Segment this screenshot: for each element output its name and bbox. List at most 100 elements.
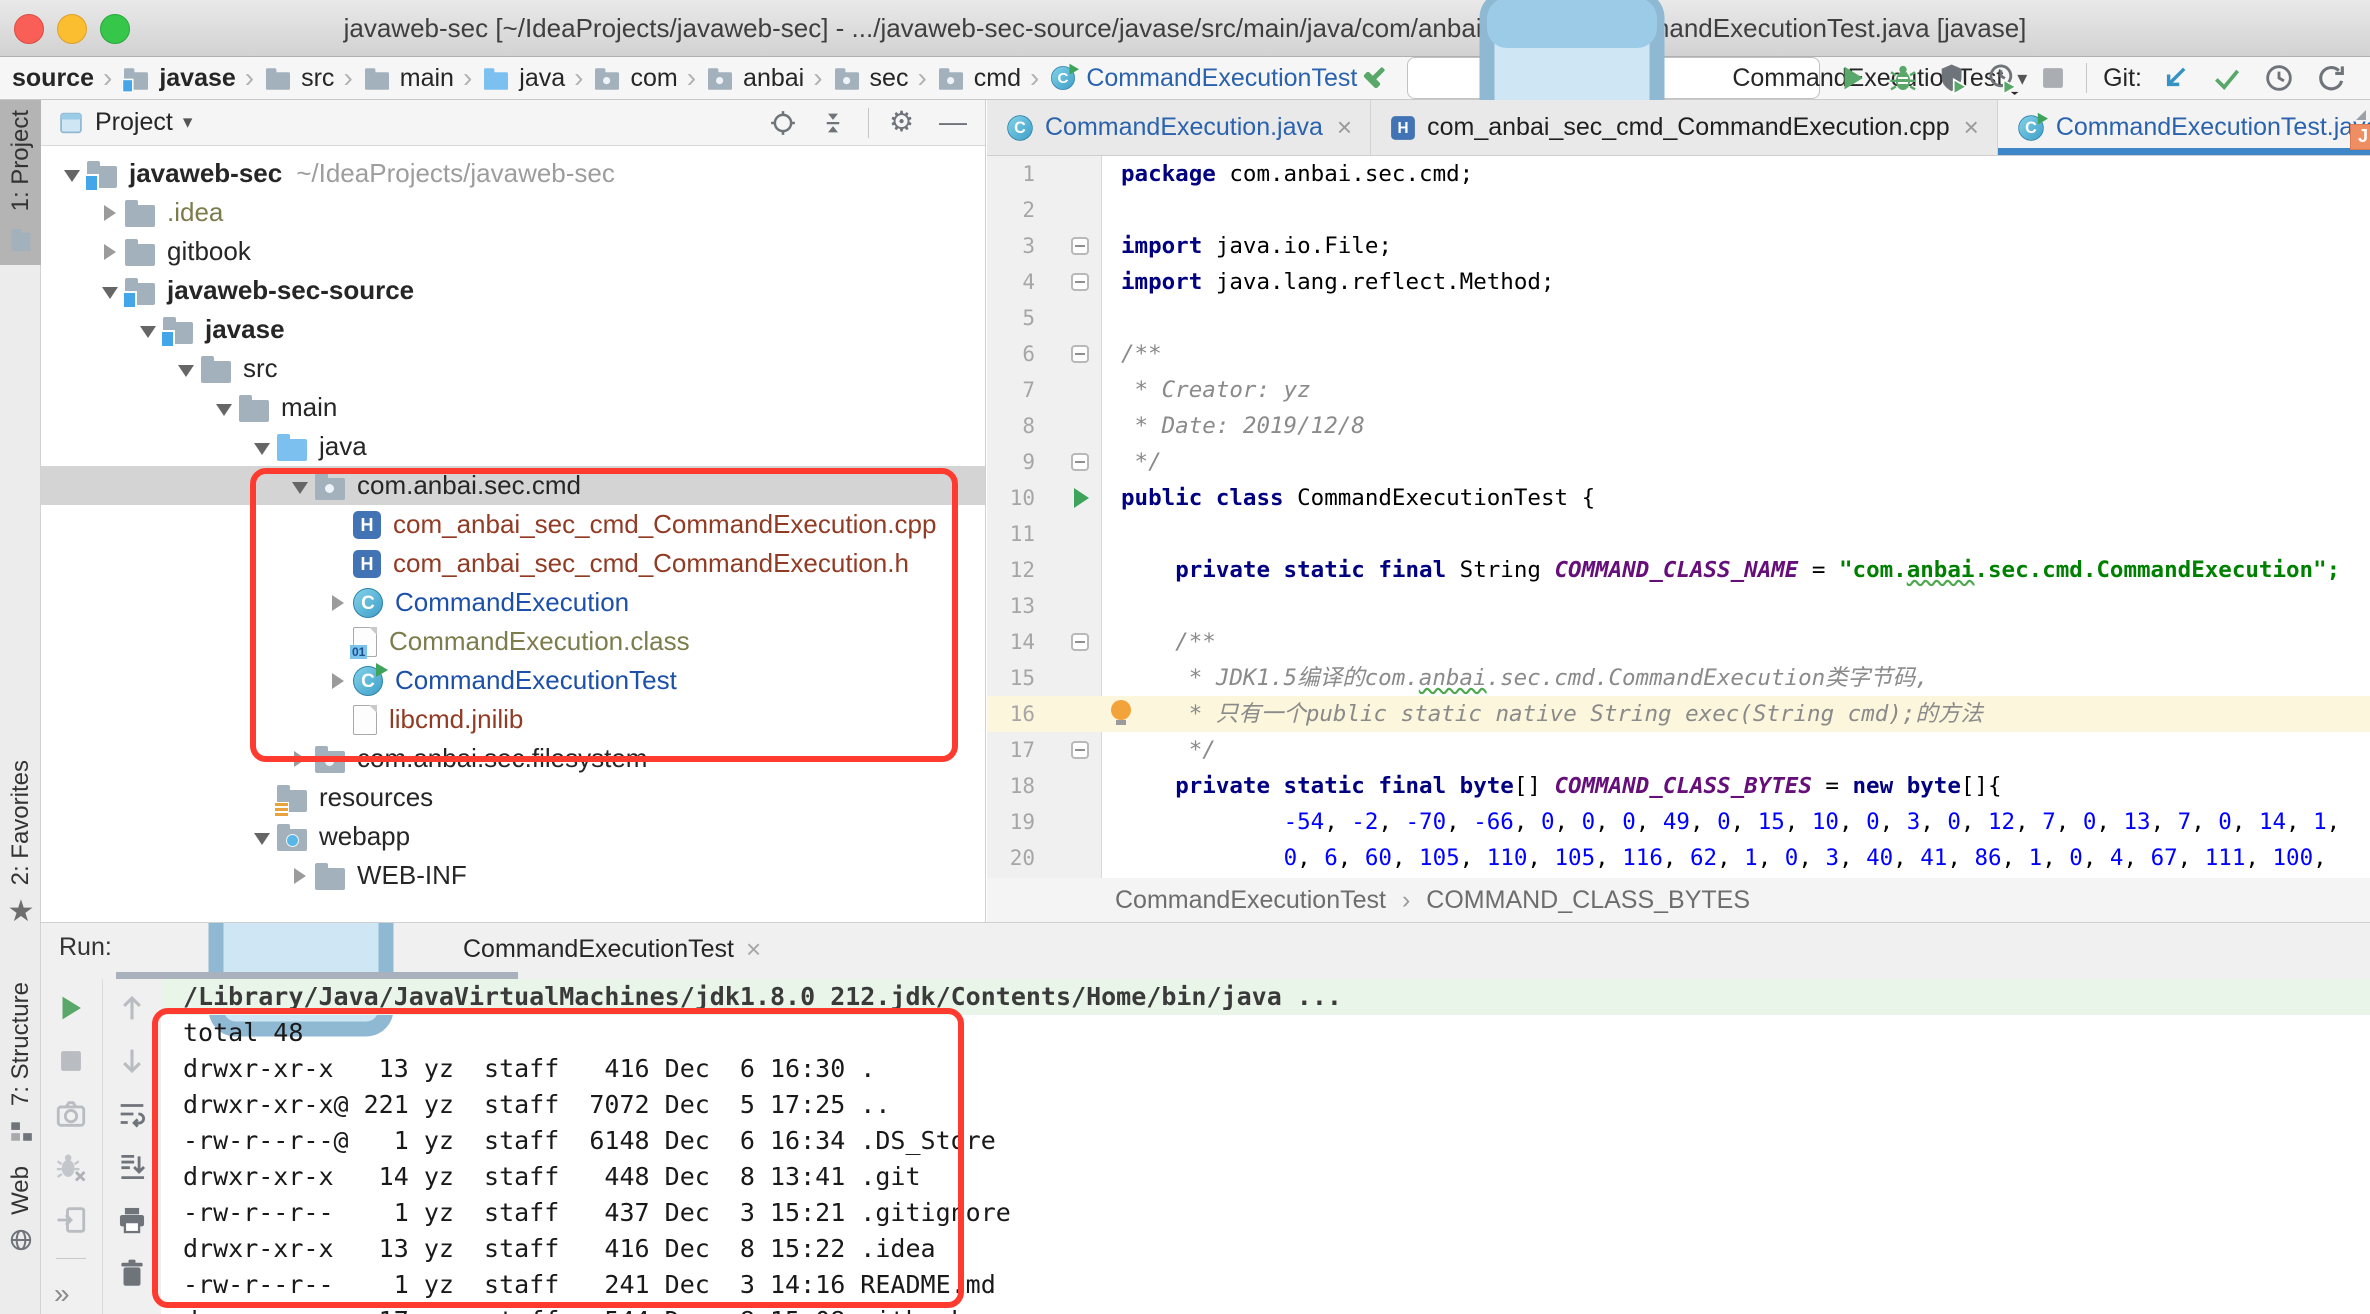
expand-arrow-icon[interactable] xyxy=(332,595,344,611)
run-icon[interactable] xyxy=(1836,61,1870,95)
up-stack-icon[interactable] xyxy=(115,991,149,1025)
minimize-window-button[interactable] xyxy=(57,14,87,44)
show-output-icon[interactable] xyxy=(54,1203,88,1237)
breadcrumb-separator: › xyxy=(574,62,583,94)
expand-arrow-icon[interactable] xyxy=(104,205,116,221)
collapse-arrow-icon[interactable] xyxy=(102,287,118,299)
breadcrumb-item[interactable]: src xyxy=(263,64,334,93)
fold-marker-icon[interactable] xyxy=(1071,633,1089,651)
build-hammer-icon[interactable] xyxy=(1357,61,1391,95)
locate-icon[interactable] xyxy=(768,108,798,138)
tree-item-libcmd-jnilib[interactable]: libcmd.jnilib xyxy=(41,700,985,739)
tree-item-web-inf[interactable]: WEB-INF xyxy=(41,856,985,895)
expand-arrow-icon[interactable] xyxy=(104,244,116,260)
close-icon[interactable]: × xyxy=(746,934,761,965)
editor-breadcrumb-item[interactable]: CommandExecutionTest xyxy=(1115,886,1386,915)
tree-item-javaweb-sec-source[interactable]: javaweb-sec-source xyxy=(41,271,985,310)
breadcrumb-item[interactable]: com xyxy=(592,64,677,93)
hidden-tab-icon[interactable] xyxy=(2344,108,2370,148)
breadcrumb-item[interactable]: CommandExecutionTest xyxy=(1048,63,1357,93)
tree-item--idea[interactable]: .idea xyxy=(41,193,985,232)
collapse-arrow-icon[interactable] xyxy=(292,482,308,494)
expand-arrow-icon[interactable] xyxy=(332,673,344,689)
camera-icon[interactable] xyxy=(54,1097,88,1131)
tree-item-commandexecution[interactable]: CommandExecution xyxy=(41,583,985,622)
soft-wrap-icon[interactable] xyxy=(115,1097,149,1131)
tree-item-com-anbai-sec-cmd-commandexecution-h[interactable]: com_anbai_sec_cmd_CommandExecution.h xyxy=(41,544,985,583)
collapse-arrow-icon[interactable] xyxy=(64,170,80,182)
collapse-arrow-icon[interactable] xyxy=(178,365,194,377)
breadcrumb-item[interactable]: main xyxy=(362,64,454,93)
fold-marker-icon[interactable] xyxy=(1071,453,1089,471)
down-stack-icon[interactable] xyxy=(115,1044,149,1078)
tree-item-gitbook[interactable]: gitbook xyxy=(41,232,985,271)
project-panel-title[interactable]: Project xyxy=(95,108,173,137)
fold-marker-icon[interactable] xyxy=(1071,741,1089,759)
rollback-icon[interactable] xyxy=(2314,61,2348,95)
profiler-icon[interactable] xyxy=(1986,61,2020,95)
settings-icon[interactable]: ⚙ xyxy=(889,108,919,138)
tree-item-src[interactable]: src xyxy=(41,349,985,388)
print-icon[interactable] xyxy=(115,1203,149,1237)
tree-item-commandexecution-class[interactable]: CommandExecution.class xyxy=(41,622,985,661)
breadcrumb-item[interactable]: java xyxy=(481,64,565,93)
expand-arrow-icon[interactable] xyxy=(294,751,306,767)
breadcrumb-item[interactable]: source xyxy=(12,64,94,93)
clear-icon[interactable] xyxy=(115,1256,149,1290)
code-line-13: 13 xyxy=(987,588,2370,624)
editor-tab-commandexecutiontest-java[interactable]: CommandExecutionTest.java× xyxy=(1998,100,2370,155)
fold-marker-icon[interactable] xyxy=(1071,237,1089,255)
more-icon[interactable]: » xyxy=(54,1280,88,1314)
tree-item-java[interactable]: java xyxy=(41,427,985,466)
collapse-arrow-icon[interactable] xyxy=(140,326,156,338)
close-icon[interactable]: × xyxy=(1964,112,1979,143)
intention-bulb-icon[interactable] xyxy=(1111,700,1131,720)
run-configuration-select[interactable]: CommandExecutionTest▾ xyxy=(1407,57,1820,99)
collapse-all-icon[interactable] xyxy=(818,108,848,138)
git-update-icon[interactable] xyxy=(2158,61,2192,95)
rerun-icon[interactable] xyxy=(54,991,88,1025)
collapse-arrow-icon[interactable] xyxy=(216,404,232,416)
tool-window-button-favorites[interactable]: 2: Favorites★ xyxy=(0,750,41,933)
tree-item-main[interactable]: main xyxy=(41,388,985,427)
collapse-arrow-icon[interactable] xyxy=(254,443,270,455)
history-icon[interactable] xyxy=(2262,61,2296,95)
run-gutter-icon[interactable] xyxy=(1074,488,1089,508)
tree-item-webapp[interactable]: webapp xyxy=(41,817,985,856)
scroll-end-icon[interactable] xyxy=(115,1150,149,1184)
tree-item-resources[interactable]: resources xyxy=(41,778,985,817)
chevron-down-icon[interactable]: ▾ xyxy=(183,111,193,134)
breadcrumb-item[interactable]: anbai xyxy=(705,64,804,93)
editor-tab-commandexecution-java[interactable]: CommandExecution.java× xyxy=(987,100,1371,155)
tool-window-button-structure[interactable]: 7: Structure xyxy=(0,972,41,1154)
breadcrumb-item[interactable]: cmd xyxy=(936,64,1021,93)
tree-item-com-anbai-sec-filesystem[interactable]: com.anbai.sec.filesystem xyxy=(41,739,985,778)
tree-item-com-anbai-sec-cmd-commandexecution-cpp[interactable]: com_anbai_sec_cmd_CommandExecution.cpp xyxy=(41,505,985,544)
stop-icon[interactable] xyxy=(2036,61,2070,95)
tree-item-javaweb-sec[interactable]: javaweb-sec~/IdeaProjects/javaweb-sec xyxy=(41,154,985,193)
code-editor[interactable]: 1package com.anbai.sec.cmd;23import java… xyxy=(987,156,2370,878)
zoom-window-button[interactable] xyxy=(100,14,130,44)
run-tab[interactable]: CommandExecutionTest× xyxy=(137,925,775,973)
collapse-arrow-icon[interactable] xyxy=(254,833,270,845)
coverage-icon[interactable] xyxy=(1936,61,1970,95)
breadcrumb-item[interactable]: javase xyxy=(121,64,235,93)
close-window-button[interactable] xyxy=(14,14,44,44)
hide-icon[interactable]: — xyxy=(939,108,969,138)
tree-item-commandexecutiontest[interactable]: CommandExecutionTest xyxy=(41,661,985,700)
tree-item-javase[interactable]: javase xyxy=(41,310,985,349)
close-icon[interactable]: × xyxy=(1337,112,1352,143)
debug-icon[interactable] xyxy=(1886,61,1920,95)
debug-detach-icon[interactable] xyxy=(54,1150,88,1184)
fold-marker-icon[interactable] xyxy=(1071,273,1089,291)
editor-breadcrumb-item[interactable]: COMMAND_CLASS_BYTES xyxy=(1426,886,1750,915)
git-commit-icon[interactable] xyxy=(2210,61,2244,95)
editor-tab-com-anbai-sec-cmd-commandexecution-cpp[interactable]: com_anbai_sec_cmd_CommandExecution.cpp× xyxy=(1371,100,1998,155)
expand-arrow-icon[interactable] xyxy=(294,868,306,884)
tree-item-com-anbai-sec-cmd[interactable]: com.anbai.sec.cmd xyxy=(41,466,985,505)
breadcrumb-item[interactable]: sec xyxy=(832,64,909,93)
fold-marker-icon[interactable] xyxy=(1071,345,1089,363)
tool-window-button-web[interactable]: Web xyxy=(0,1156,41,1263)
tool-window-button-project[interactable]: 1: Project xyxy=(0,100,41,265)
stop2-icon[interactable] xyxy=(54,1044,88,1078)
